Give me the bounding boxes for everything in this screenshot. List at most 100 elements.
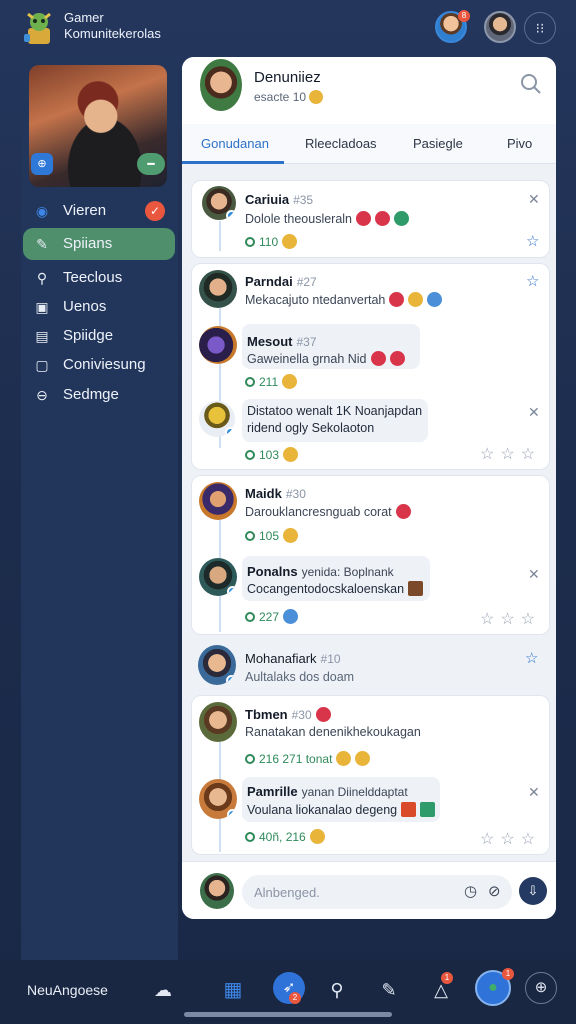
post-card[interactable]: Tbmen #30 Ranatakan denenikhekoukagan 216… <box>191 695 550 855</box>
rating-stars-icon[interactable]: ☆☆☆ <box>480 829 541 849</box>
reply-avatar[interactable] <box>199 558 237 596</box>
reply-stat-value: 40ñ, 216 <box>259 830 306 844</box>
post-author-name: Tbmen <box>245 707 288 722</box>
post-avatar[interactable] <box>199 270 237 308</box>
coin-emoji-icon <box>408 292 424 307</box>
sidebar-item-sedmge[interactable]: ⊖ Sedmge <box>23 379 175 411</box>
search-icon[interactable]: ⚲ <box>324 977 350 1003</box>
post-card[interactable]: Cariuia #35 Dolole theousleraln 110 ✕ ☆ <box>191 180 550 258</box>
controller-badge-icon[interactable]: ━ <box>137 153 165 175</box>
sidebar-item-vieren[interactable]: ◉ Vieren ✓ <box>23 195 175 227</box>
close-icon[interactable]: ✕ <box>528 784 540 801</box>
sidebar-item-spiians[interactable]: ✎ Spiians <box>23 228 175 260</box>
edit-icon[interactable]: ✎ <box>376 977 402 1003</box>
reply-author-name: Ponalns <box>247 564 298 579</box>
post-card[interactable]: Parndai #27 Mekacajuto ntedanvertah ☆ Mes… <box>191 263 550 470</box>
reply-count-icon <box>245 237 255 247</box>
feed-panel: Denuniiez esacte 10 Gonudanan Rleecladoa… <box>182 57 556 919</box>
post-author-name: Maidk <box>245 486 282 501</box>
reply-avatar[interactable] <box>199 401 235 437</box>
reply-body: Cocangentodocskaloenskan <box>247 582 405 596</box>
post-card[interactable]: Maidk #30 Darouklancresnguab corat 105 Po… <box>191 475 550 635</box>
rating-stars-icon[interactable]: ☆☆☆ <box>480 444 541 464</box>
star-icon[interactable]: ☆ <box>526 232 539 250</box>
post-rank: #30 <box>291 708 312 722</box>
close-icon[interactable]: ✕ <box>528 566 540 583</box>
reply-text-line1: Distatoo wenalt 1K Noanjapdan <box>247 404 423 418</box>
close-icon[interactable]: ✕ <box>528 191 540 208</box>
reply-author-name: Mesout <box>247 334 293 349</box>
gear-icon: ⊖ <box>36 387 48 403</box>
feed-tabs: Gonudanan Rleecladoas Pasiegle Pivo <box>182 124 556 164</box>
reply-body: Voulana liokanalao degeng <box>247 803 398 817</box>
reply-stat-value: 103 <box>259 448 280 462</box>
online-indicator <box>227 809 237 819</box>
post-text: Dolole theousleraln <box>245 211 410 226</box>
reply-count-icon <box>245 531 255 541</box>
notification-badge: 1 <box>441 972 453 984</box>
heart-emoji-icon <box>315 707 331 722</box>
sidebar-item-spiidge[interactable]: ▤ Spiidge <box>23 320 175 352</box>
sidebar: ⊕ ━ ◉ Vieren ✓ ✎ Spiians ⚲ Teeclous ▣ Ue… <box>21 57 178 960</box>
heart-emoji-icon <box>356 211 372 226</box>
tab-pasiegle[interactable]: Pasiegle <box>413 136 463 151</box>
reply-stat-value: 227 <box>259 610 280 624</box>
app-logo-icon[interactable] <box>22 8 56 46</box>
reply-text-line2: ridend ogly Sekolaoton <box>247 421 375 435</box>
rating-stars-icon[interactable]: ☆☆☆ <box>480 609 541 629</box>
cloud-icon[interactable]: ☁ <box>150 977 176 1003</box>
coin-emoji-icon <box>282 234 298 249</box>
post-avatar[interactable] <box>199 702 237 742</box>
sidebar-item-teeclous[interactable]: ⚲ Teeclous <box>23 262 175 294</box>
sidebar-item-coniviesung[interactable]: ▢ Coniviesung <box>23 349 175 381</box>
post-avatar[interactable] <box>199 482 237 520</box>
eye-icon: ◉ <box>35 203 49 219</box>
platform-icon[interactable]: ⊕ <box>31 153 53 175</box>
reply-stat: 227 <box>245 609 299 624</box>
tab-rleecladoas[interactable]: Rleecladoas <box>305 136 377 151</box>
post-author: Cariuia #35 <box>245 192 313 207</box>
tab-gonudanan[interactable]: Gonudanan <box>201 136 269 151</box>
globe-emoji-icon <box>283 609 299 624</box>
tab-pivo[interactable]: Pivo <box>507 136 532 151</box>
settings-button[interactable]: ⊕ <box>525 972 557 1004</box>
send-button[interactable]: ⇩ <box>519 877 547 905</box>
home-indicator[interactable] <box>184 1012 392 1017</box>
post-avatar[interactable] <box>198 645 236 685</box>
post-rank: #35 <box>293 193 314 207</box>
clock-icon[interactable]: ◷ <box>464 882 477 900</box>
post-item[interactable]: Mohanafiark #10 Aultalaks dos doam ☆ <box>182 643 541 691</box>
post-stat-value: 105 <box>259 529 280 543</box>
coin-emoji-icon <box>283 528 299 543</box>
book-emoji-icon <box>408 581 424 596</box>
grid-icon[interactable]: ▦ <box>220 977 246 1003</box>
attach-icon[interactable]: ⊘ <box>488 882 501 900</box>
post-stat-value: 216 271 tonat <box>259 752 333 766</box>
post-avatar[interactable] <box>202 186 236 220</box>
wrench-icon: ⚲ <box>36 270 48 286</box>
reply-avatar[interactable] <box>199 779 237 819</box>
reply-stat-value: 211 <box>259 375 279 389</box>
sword-emoji-icon <box>370 351 386 366</box>
post-text: Darouklancresnguab corat <box>245 504 411 519</box>
lock-icon: ▣ <box>35 299 49 315</box>
reply-text: Cocangentodocskaloenskan <box>247 581 424 596</box>
star-icon[interactable]: ☆ <box>525 649 538 667</box>
post-stat: 216 271 tonat <box>245 751 371 766</box>
app-title-line2: Komunitekerolas <box>64 26 161 41</box>
compose-avatar[interactable] <box>200 873 234 909</box>
post-body: Darouklancresnguab corat <box>245 505 392 519</box>
app-title-line1: Gamer <box>64 10 104 25</box>
app-title: Gamer Komunitekerolas <box>64 10 161 42</box>
search-icon[interactable] <box>520 73 542 95</box>
more-menu-icon[interactable]: ⁝⁝ <box>524 12 556 44</box>
reply-avatar[interactable] <box>199 326 237 364</box>
profile-avatar[interactable] <box>200 59 242 111</box>
star-icon[interactable]: ☆ <box>526 272 539 290</box>
friend-avatar-top[interactable] <box>484 11 516 43</box>
close-icon[interactable]: ✕ <box>528 404 540 421</box>
post-body: Mekacajuto ntedanvertah <box>245 293 386 307</box>
profile-header: Denuniiez esacte 10 <box>182 57 556 124</box>
online-indicator <box>226 675 236 685</box>
sidebar-item-uenos[interactable]: ▣ Uenos <box>23 291 175 323</box>
